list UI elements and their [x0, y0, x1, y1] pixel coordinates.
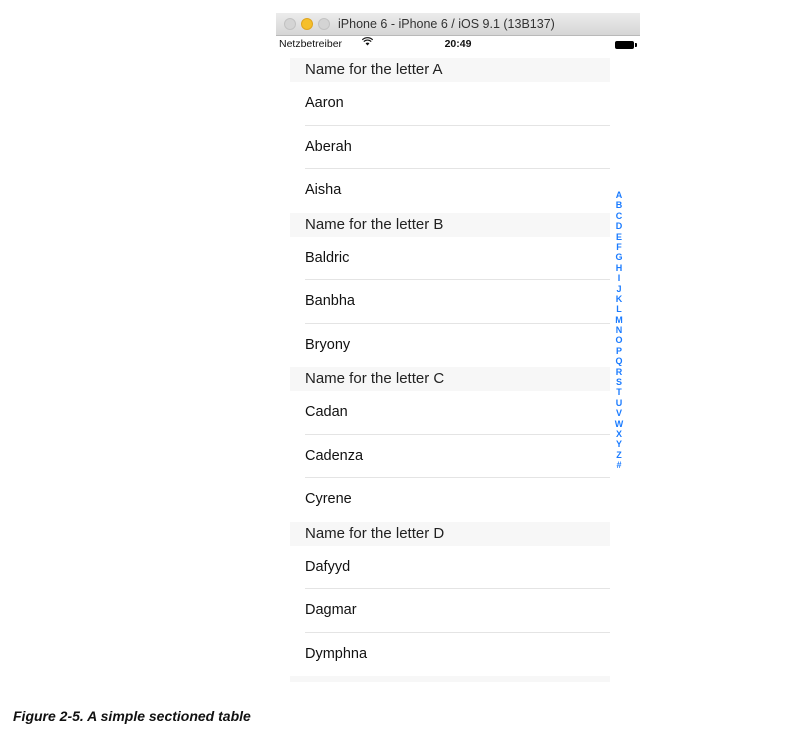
index-letter[interactable]: Y	[616, 439, 622, 449]
row-label: Dafyyd	[305, 558, 351, 575]
row-label: Dymphna	[305, 645, 368, 662]
table-row[interactable]: Dymphna	[290, 633, 610, 677]
table-row[interactable]: Banbha	[290, 280, 610, 324]
index-letter[interactable]: U	[616, 398, 623, 408]
row-label: Cadan	[305, 404, 348, 420]
section-header: Name for the letter B	[290, 212, 610, 237]
section-header: Name for the letter D	[290, 521, 610, 546]
index-letter[interactable]: Q	[615, 356, 622, 366]
row-label: Aisha	[305, 182, 342, 198]
ios-status-bar: Netzbetreiber 20:49	[276, 36, 640, 54]
table-row[interactable]: Bryony	[290, 324, 610, 368]
table-row[interactable]: Aaron	[290, 82, 610, 126]
index-letter[interactable]: L	[616, 304, 622, 314]
battery-icon	[615, 41, 637, 49]
index-letter[interactable]: W	[615, 419, 624, 429]
row-label: Banbha	[305, 293, 355, 309]
status-time: 20:49	[444, 38, 472, 50]
simulator-window: iPhone 6 - iPhone 6 / iOS 9.1 (13B137) N…	[276, 13, 640, 689]
table-row[interactable]: Cadenza	[290, 435, 610, 478]
index-letter[interactable]: D	[616, 221, 623, 231]
index-letter[interactable]: Z	[616, 450, 622, 460]
index-letter[interactable]: B	[616, 200, 623, 210]
row-label: Baldric	[305, 249, 350, 266]
index-letter[interactable]: P	[616, 346, 622, 356]
figure-caption: Figure 2-5. A simple sectioned table	[13, 708, 251, 724]
row-label: Cyrene	[305, 491, 352, 507]
section-index[interactable]: A B C D E F G H I J K L M N O P Q R S T U V W X Y Z #	[612, 190, 626, 471]
index-letter[interactable]: K	[616, 294, 623, 304]
index-letter[interactable]: X	[616, 429, 622, 439]
minimize-window-button[interactable]	[301, 18, 313, 30]
row-label: Aaron	[305, 95, 344, 111]
section-header: Name for the letter A	[290, 58, 610, 82]
row-label: Dagmar	[305, 602, 357, 618]
close-window-button[interactable]	[284, 18, 296, 30]
table-row[interactable]: Cadan	[290, 391, 610, 435]
index-letter[interactable]: #	[616, 460, 621, 470]
row-label: Aberah	[305, 138, 352, 155]
table-footer	[290, 676, 610, 682]
table-row[interactable]: Dagmar	[290, 589, 610, 633]
table-row[interactable]: Dafyyd	[290, 546, 610, 589]
title-bar: iPhone 6 - iPhone 6 / iOS 9.1 (13B137)	[276, 13, 640, 36]
row-label: Bryony	[305, 336, 351, 353]
index-letter[interactable]: A	[616, 190, 623, 200]
index-letter[interactable]: G	[615, 252, 622, 262]
index-letter[interactable]: I	[618, 273, 621, 283]
sectioned-table[interactable]: Name for the letter A Aaron Aberah Aisha Nam…	[290, 58, 610, 682]
table-row[interactable]: Aisha	[290, 169, 610, 213]
index-letter[interactable]: V	[616, 408, 622, 418]
index-letter[interactable]: O	[615, 335, 622, 345]
index-letter[interactable]: S	[616, 377, 622, 387]
window-title: iPhone 6 - iPhone 6 / iOS 9.1 (13B137)	[338, 17, 555, 31]
index-letter[interactable]: J	[616, 284, 621, 294]
row-label: Cadenza	[305, 447, 364, 464]
index-letter[interactable]: M	[615, 315, 623, 325]
index-letter[interactable]: H	[616, 263, 623, 273]
index-letter[interactable]: T	[616, 387, 622, 397]
index-letter[interactable]: R	[616, 367, 623, 377]
table-row[interactable]: Baldric	[290, 237, 610, 280]
zoom-window-button[interactable]	[318, 18, 330, 30]
index-letter[interactable]: F	[616, 242, 622, 252]
index-letter[interactable]: E	[616, 232, 622, 242]
section-header: Name for the letter C	[290, 367, 610, 391]
index-letter[interactable]: C	[616, 211, 623, 221]
table-row[interactable]: Cyrene	[290, 478, 610, 522]
index-letter[interactable]: N	[616, 325, 623, 335]
table-row[interactable]: Aberah	[290, 126, 610, 169]
